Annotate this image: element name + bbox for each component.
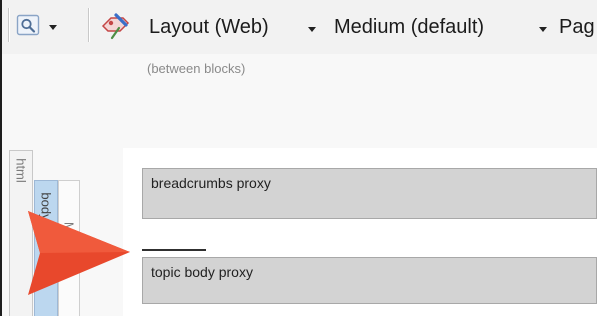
editor-toolbar: Layout (Web) Medium (default) Pag	[0, 0, 597, 54]
show-tags-button[interactable]	[99, 11, 135, 41]
view-mode-icon	[16, 13, 40, 37]
chevron-down-icon	[308, 27, 316, 32]
toolbar-separator	[88, 8, 89, 42]
topic-body-proxy-label: topic body proxy	[151, 264, 253, 280]
insertion-point-line	[142, 249, 206, 251]
chevron-down-icon	[539, 27, 547, 32]
topic-body-proxy-block[interactable]: topic body proxy	[142, 257, 597, 304]
between-blocks-label: (between blocks)	[147, 61, 246, 76]
medium-dropdown[interactable]: Medium (default)	[334, 10, 549, 42]
window-frame-edge	[0, 0, 2, 316]
chevron-down-icon	[49, 25, 57, 30]
breadcrumbs-proxy-label: breadcrumbs proxy	[151, 175, 271, 191]
tags-pencil-icon	[99, 11, 133, 41]
medium-dropdown-label: Medium (default)	[334, 16, 485, 38]
layout-dropdown-label: Layout (Web)	[149, 16, 269, 38]
toolbar-separator	[8, 8, 9, 42]
xml-editor-screenshot: Layout (Web) Medium (default) Pag (betwe…	[0, 0, 597, 316]
view-mode-button[interactable]	[16, 13, 60, 39]
html-tag-label: html	[13, 158, 29, 183]
layout-dropdown[interactable]: Layout (Web)	[149, 10, 319, 42]
editor-canvas: (between blocks) html body Ma...ad... br…	[0, 54, 597, 316]
page-dropdown-label: Pag	[559, 16, 595, 38]
pointer-arrow-icon	[28, 211, 130, 295]
page-dropdown[interactable]: Pag	[559, 10, 597, 42]
breadcrumbs-proxy-block[interactable]: breadcrumbs proxy	[142, 168, 597, 219]
